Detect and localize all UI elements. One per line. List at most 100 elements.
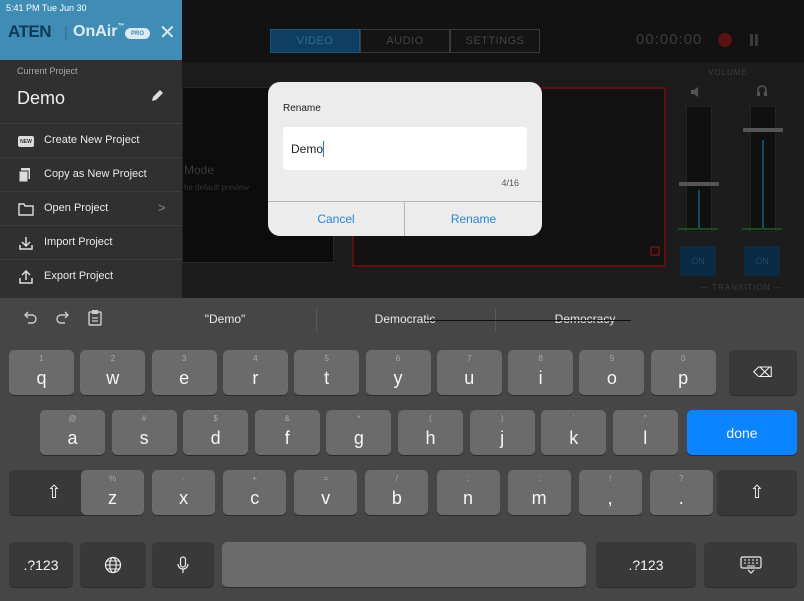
- numbers-key-left[interactable]: .?123: [9, 542, 73, 587]
- on-screen-keyboard: "Demo" Democratic Democracy 1q2w3e4r5t6y…: [0, 298, 804, 601]
- key-r[interactable]: 4r: [222, 350, 288, 395]
- key-.[interactable]: ?.: [649, 470, 713, 515]
- key-label: j: [500, 428, 505, 448]
- edit-pencil-icon[interactable]: [150, 89, 164, 103]
- prediction-3[interactable]: Democracy: [510, 312, 660, 326]
- tab-video[interactable]: VIDEO: [270, 29, 360, 53]
- folder-icon: [18, 202, 34, 216]
- paste-icon[interactable]: [88, 310, 102, 331]
- key-,[interactable]: !,: [578, 470, 642, 515]
- key-v[interactable]: = v: [294, 470, 358, 515]
- backspace-key[interactable]: ⌫: [729, 350, 797, 395]
- key-b[interactable]: / b: [365, 470, 429, 515]
- sidebar-item-label: Open Project: [44, 202, 109, 214]
- pause-icon[interactable]: [748, 34, 760, 46]
- strikethrough-line: [425, 320, 631, 321]
- key-label: b: [391, 488, 402, 508]
- key-label: m: [531, 488, 547, 508]
- key-label: v: [321, 488, 331, 508]
- cancel-button[interactable]: Cancel: [268, 202, 404, 236]
- volume-label: VOLUME: [708, 68, 748, 77]
- key-x[interactable]: -x: [152, 470, 216, 515]
- key-k[interactable]: ' k: [541, 410, 607, 455]
- key-c[interactable]: + c: [223, 470, 287, 515]
- key-p[interactable]: 0p: [650, 350, 716, 395]
- key-n[interactable]: ; n: [436, 470, 500, 515]
- done-key[interactable]: done: [687, 410, 797, 455]
- key-hint: 6: [395, 354, 401, 363]
- key-o[interactable]: 9o: [579, 350, 645, 395]
- sidebar-item-import-project[interactable]: Import Project: [0, 225, 182, 259]
- key-y[interactable]: 6y: [365, 350, 431, 395]
- key-hint: /: [395, 474, 398, 483]
- key-e[interactable]: 3e: [151, 350, 217, 395]
- audio-on-left-button[interactable]: ON: [680, 246, 716, 276]
- prediction-2[interactable]: Democratic: [330, 312, 480, 326]
- key-label: x: [179, 488, 189, 508]
- volume-fader-left[interactable]: [679, 182, 719, 186]
- undo-icon[interactable]: [22, 310, 38, 329]
- prediction-1[interactable]: "Demo": [150, 312, 300, 326]
- redo-icon[interactable]: [55, 310, 71, 329]
- numbers-key-right[interactable]: .?123: [596, 542, 696, 587]
- key-label: o: [606, 368, 617, 388]
- key-s[interactable]: # s: [111, 410, 177, 455]
- sidebar-item-copy-as-new-project[interactable]: Copy as New Project: [0, 157, 182, 191]
- key-label: .: [678, 488, 684, 508]
- sidebar-item-create-new-project[interactable]: NEW Create New Project: [0, 123, 182, 157]
- rename-dialog: Rename 4/16 Cancel Rename: [268, 82, 542, 236]
- key-t[interactable]: 5t: [294, 350, 360, 395]
- backspace-icon: ⌫: [753, 364, 773, 380]
- key-q[interactable]: 1q: [9, 350, 74, 395]
- key-label: a: [67, 428, 78, 448]
- key-hint: 7: [467, 354, 472, 363]
- key-j[interactable]: ) j: [469, 410, 535, 455]
- key-z[interactable]: % z: [81, 470, 144, 515]
- space-key[interactable]: [222, 542, 586, 587]
- globe-icon: [80, 542, 146, 587]
- key-d[interactable]: $ d: [183, 410, 249, 455]
- key-label: s: [139, 428, 149, 448]
- rename-input[interactable]: [283, 127, 527, 170]
- volume-fader-right[interactable]: [743, 128, 783, 132]
- key-hint: ": [643, 414, 647, 423]
- globe-key[interactable]: [80, 542, 146, 587]
- hide-keyboard-key[interactable]: [704, 542, 797, 587]
- headphone-icon: [756, 84, 768, 99]
- key-f[interactable]: & f: [254, 410, 320, 455]
- sidebar-item-label: Import Project: [44, 236, 113, 248]
- record-icon[interactable]: [718, 33, 732, 47]
- sidebar-item-export-project[interactable]: Export Project: [0, 259, 182, 293]
- key-label: i: [538, 368, 543, 388]
- key-a[interactable]: @ a: [40, 410, 105, 455]
- key-hint: 8: [538, 354, 543, 363]
- key-hint: 9: [609, 354, 615, 363]
- key-hint: :: [537, 474, 541, 483]
- key-w[interactable]: 2w: [80, 350, 146, 395]
- key-h[interactable]: (h: [398, 410, 463, 455]
- sidebar-item-open-project[interactable]: Open Project >: [0, 191, 182, 225]
- key-m[interactable]: :m: [507, 470, 571, 515]
- close-icon[interactable]: ✕: [159, 20, 176, 45]
- audio-on-right-button[interactable]: ON: [744, 246, 780, 276]
- rename-button[interactable]: Rename: [405, 202, 542, 236]
- numbers-label: .?123: [23, 556, 59, 573]
- shift-key-right[interactable]: ⇧: [717, 470, 797, 515]
- fullscreen-icon[interactable]: [650, 246, 660, 256]
- key-i[interactable]: 8i: [508, 350, 574, 395]
- tab-audio[interactable]: AUDIO: [360, 29, 450, 53]
- mode-sublabel: he default preview: [184, 183, 249, 192]
- key-g[interactable]: * g: [326, 410, 392, 455]
- tab-settings[interactable]: SETTINGS: [450, 29, 540, 53]
- microphone-icon: [152, 542, 214, 587]
- level-meter-left: [698, 190, 700, 230]
- key-label: p: [678, 368, 689, 388]
- key-l[interactable]: " l: [612, 410, 678, 455]
- level-meter-right: [762, 140, 764, 230]
- key-u[interactable]: 7u: [436, 350, 502, 395]
- key-hint: 3: [181, 354, 187, 363]
- onair-logo: OnAir™: [73, 23, 125, 40]
- microphone-key[interactable]: [152, 542, 214, 587]
- key-hint: +: [252, 474, 258, 483]
- sidebar-item-label: Create New Project: [44, 134, 140, 146]
